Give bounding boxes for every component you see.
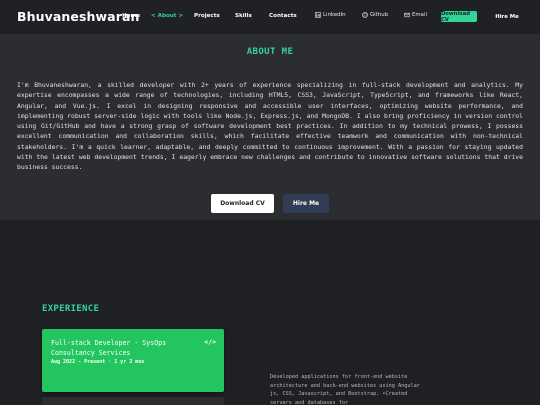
experience-description: Developed applications for front-end web… xyxy=(270,374,420,405)
nav-link-skills[interactable]: Skills xyxy=(235,13,252,19)
navbar: Bhuvaneshwaran Home < About > Projects S… xyxy=(0,0,540,34)
linkedin-link[interactable]: LinkedIn xyxy=(315,12,346,18)
experience-card-next xyxy=(42,397,224,405)
email-link[interactable]: Email xyxy=(404,12,427,18)
experience-card[interactable]: Full-stack Developer - SysOps Consultanc… xyxy=(42,329,224,392)
experience-title: EXPERIENCE xyxy=(42,304,100,314)
code-icon: </> xyxy=(204,338,216,346)
github-label: Github xyxy=(370,12,389,18)
linkedin-label: LinkedIn xyxy=(323,12,346,18)
nav-link-home[interactable]: Home xyxy=(122,13,140,19)
download-cv-button[interactable]: Download CV xyxy=(211,194,274,213)
about-section: ABOUT ME I'm Bhuvaneshwaran, a skilled d… xyxy=(0,34,540,220)
experience-card-title: Full-stack Developer - SysOps Consultanc… xyxy=(51,339,167,357)
about-text: I'm Bhuvaneshwaran, a skilled developer … xyxy=(17,81,523,172)
email-icon xyxy=(404,12,410,18)
github-link[interactable]: Github xyxy=(362,12,388,18)
hire-me-button[interactable]: Hire Me xyxy=(283,194,329,213)
nav-hire-me-button[interactable]: Hire Me xyxy=(490,11,524,22)
nav-download-cv-button[interactable]: Download CV xyxy=(441,11,477,23)
experience-card-date: Aug 2022 - Present · 1 yr 3 mos xyxy=(51,359,145,365)
email-label: Email xyxy=(412,12,427,18)
linkedin-icon xyxy=(315,12,321,18)
github-icon xyxy=(362,12,368,18)
experience-section: EXPERIENCE Full-stack Developer - SysOps… xyxy=(0,220,540,405)
nav-link-contacts[interactable]: Contacts xyxy=(269,13,297,19)
about-title: ABOUT ME xyxy=(246,47,294,57)
nav-link-about[interactable]: < About > xyxy=(151,13,183,19)
nav-link-projects[interactable]: Projects xyxy=(194,13,220,19)
